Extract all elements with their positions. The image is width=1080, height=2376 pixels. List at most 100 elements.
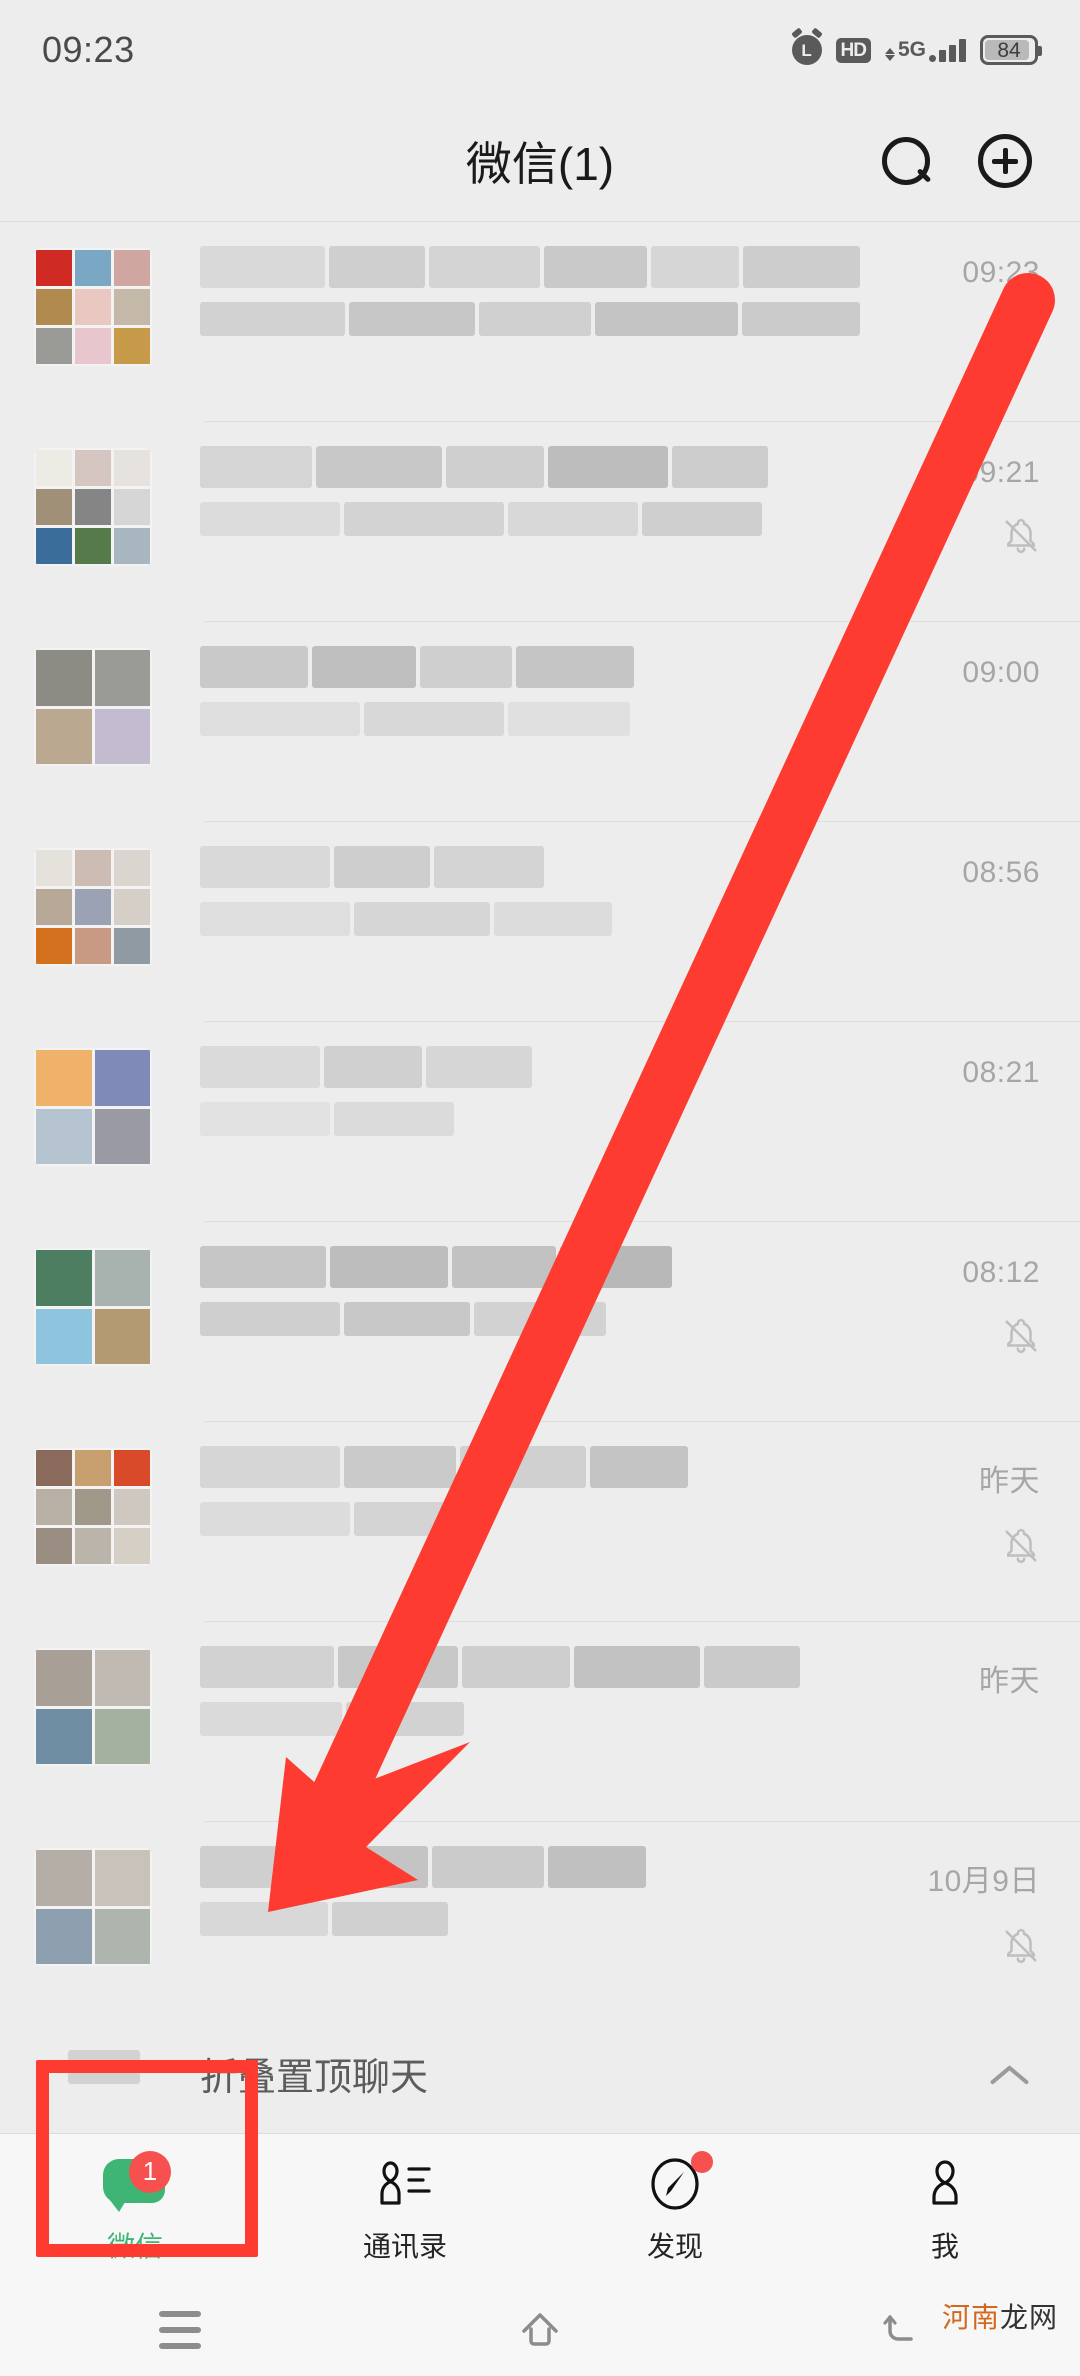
chat-title-redacted (200, 1046, 860, 1088)
timestamp: 昨天 (979, 1465, 1040, 1498)
row-content (200, 1046, 860, 1136)
timestamp: 09:00 (962, 656, 1040, 689)
table-row[interactable]: 昨天 (0, 1422, 1080, 1622)
android-navigation-bar[interactable] (0, 2283, 1080, 2376)
row-content (200, 846, 860, 936)
row-meta: 08:12 (962, 1256, 1040, 1356)
chat-preview-redacted (200, 1502, 860, 1536)
tab-me[interactable]: 我 (810, 2134, 1080, 2283)
table-row[interactable]: 08:21 (0, 1022, 1080, 1222)
row-content (200, 1846, 860, 1936)
chat-preview-redacted (200, 1902, 860, 1936)
row-meta: 08:56 (962, 856, 1040, 890)
search-icon[interactable] (880, 135, 932, 187)
chat-preview-redacted (200, 1302, 860, 1336)
chat-preview-redacted (200, 1102, 860, 1136)
timestamp: 昨天 (979, 1665, 1040, 1698)
table-row[interactable]: 08:56 (0, 822, 1080, 1022)
chat-preview-redacted (200, 702, 860, 736)
tab-label-contacts: 通讯录 (362, 2230, 447, 2262)
mute-icon (1002, 1926, 1040, 1966)
chevron-up-icon[interactable] (988, 2053, 1028, 2093)
person-icon (911, 2153, 979, 2215)
avatar[interactable] (34, 248, 152, 366)
timestamp: 08:56 (962, 856, 1040, 889)
page-title: 微信(1) (465, 138, 615, 190)
contacts-icon (371, 2153, 439, 2215)
mute-icon (1002, 1526, 1040, 1566)
app-header: 微信(1) (0, 100, 1080, 222)
chat-title-redacted (200, 646, 860, 688)
avatar[interactable] (34, 1448, 152, 1566)
header-actions (880, 134, 1032, 188)
tab-label-me: 我 (930, 2230, 959, 2262)
avatar[interactable] (34, 848, 152, 966)
table-row[interactable]: 09:21 (0, 422, 1080, 622)
home-icon (522, 2312, 558, 2346)
avatar[interactable] (34, 448, 152, 566)
row-meta: 昨天 (979, 1456, 1040, 1566)
signal-bars-icon (929, 38, 966, 62)
table-row[interactable]: 09:23 (0, 222, 1080, 422)
timestamp: 08:12 (962, 1256, 1040, 1289)
status-bar-icons: L HD 5G 84 (791, 35, 1042, 65)
row-meta: 09:21 (962, 456, 1040, 556)
table-row[interactable]: 昨天 (0, 1622, 1080, 1822)
nav-home-button[interactable] (360, 2307, 720, 2353)
chat-title-redacted (200, 1646, 860, 1688)
notification-dot (691, 2150, 713, 2173)
chat-title-redacted (200, 1846, 860, 1888)
avatar[interactable] (34, 1648, 152, 1766)
avatar[interactable] (34, 648, 152, 766)
plus-circle-icon[interactable] (978, 134, 1032, 188)
nav-menu-button[interactable] (0, 2310, 360, 2349)
watermark-part2: 龙网 (999, 2302, 1058, 2333)
timestamp: 09:23 (962, 256, 1040, 289)
battery-percent: 84 (997, 38, 1021, 62)
timestamp: 09:21 (962, 456, 1040, 489)
data-transfer-arrows-icon (884, 47, 895, 61)
row-meta: 09:00 (962, 656, 1040, 690)
chat-title-redacted (200, 246, 860, 288)
row-content (200, 646, 860, 736)
alarm-icon-glyph: L (801, 40, 812, 60)
chat-preview-redacted (200, 302, 860, 336)
row-content (200, 1446, 860, 1536)
menu-icon (159, 2310, 201, 2349)
row-meta: 10月9日 (927, 1856, 1040, 1966)
row-content (200, 1246, 860, 1336)
row-meta: 08:21 (962, 1056, 1040, 1090)
watermark-part1: 河南 (941, 2302, 1000, 2333)
avatar[interactable] (34, 1048, 152, 1166)
tab-discover[interactable]: 发现 (540, 2134, 810, 2283)
timestamp: 10月9日 (927, 1865, 1040, 1898)
row-content (200, 1646, 860, 1736)
timestamp: 08:21 (962, 1056, 1040, 1089)
chat-title-redacted (200, 1446, 860, 1488)
table-row[interactable]: 09:00 (0, 622, 1080, 822)
table-row[interactable]: 08:12 (0, 1222, 1080, 1422)
annotation-rectangle (36, 2060, 258, 2257)
chat-list[interactable]: 09:23 09:21 09:00 08:56 08:21 08:12 昨天 昨… (0, 222, 1080, 2014)
tab-label-discover: 发现 (646, 2230, 703, 2262)
wechat-app-screen: 09:23 L HD 5G 84 微信(1) 09:23 09:21 09:00… (0, 0, 1080, 2376)
chat-title-redacted (200, 446, 860, 488)
battery-icon: 84 (980, 35, 1042, 65)
watermark: 河南龙网 (942, 2296, 1058, 2336)
avatar[interactable] (34, 1248, 152, 1366)
back-icon (883, 2314, 913, 2341)
tab-contacts[interactable]: 通讯录 (270, 2134, 540, 2283)
row-content (200, 446, 860, 536)
status-bar-clock: 09:23 (42, 29, 135, 70)
status-bar: 09:23 L HD 5G 84 (0, 0, 1080, 100)
chat-title-redacted (200, 1246, 860, 1288)
row-content (200, 246, 860, 336)
chat-preview-redacted (200, 502, 860, 536)
hd-icon: HD (835, 37, 871, 63)
5g-signal-icon: 5G (884, 38, 966, 62)
mute-icon (1002, 516, 1040, 556)
avatar[interactable] (34, 1848, 152, 1966)
table-row[interactable]: 10月9日 (0, 1822, 1080, 2014)
compass-icon (641, 2150, 713, 2215)
chat-preview-redacted (200, 902, 860, 936)
